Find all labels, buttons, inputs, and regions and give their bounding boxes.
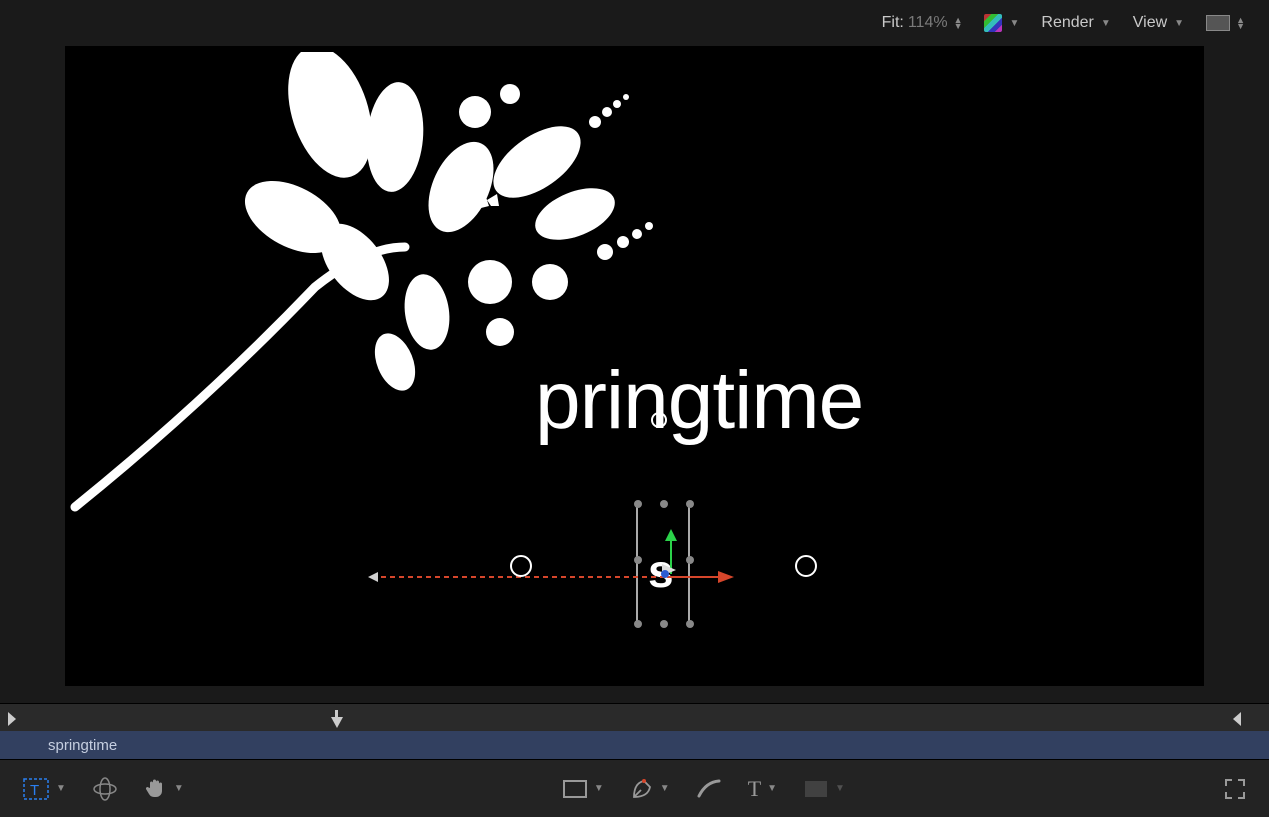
view-layout-icon <box>1206 15 1230 31</box>
chevron-down-icon: ▼ <box>1174 18 1184 29</box>
pen-tool[interactable]: ▼ <box>630 777 670 801</box>
pan-tool[interactable]: ▼ <box>144 777 184 801</box>
anchor-point-icon[interactable] <box>660 562 678 578</box>
chevron-down-icon: ▼ <box>767 783 777 794</box>
viewer-canvas[interactable]: pringtime s <box>65 46 1204 686</box>
mini-timeline-ruler[interactable] <box>0 703 1269 731</box>
3d-transform-tool[interactable] <box>92 776 118 802</box>
canvas-area: pringtime s <box>0 46 1269 703</box>
expand-viewer-button[interactable] <box>1223 777 1247 801</box>
color-channel-menu[interactable]: ▼ <box>984 14 1019 32</box>
color-swatch-icon <box>984 14 1002 32</box>
in-point-marker[interactable] <box>6 710 18 728</box>
chevron-down-icon: ▼ <box>1009 18 1019 29</box>
shape-tool[interactable]: ▼ <box>562 779 604 799</box>
view-layout-menu[interactable]: ▲▼ <box>1206 15 1245 31</box>
out-point-marker[interactable] <box>1231 710 1243 728</box>
bottom-toolbar: T ▼ ▼ ▼ ▼ T ▼ ▼ <box>0 759 1269 817</box>
keyframe-marker[interactable] <box>795 555 817 577</box>
clip-bar[interactable]: springtime <box>0 731 1269 759</box>
playhead-marker[interactable] <box>330 710 344 730</box>
transform-glyph-tool[interactable]: T ▼ <box>22 777 66 801</box>
view-label: View <box>1133 14 1167 32</box>
chevron-down-icon: ▼ <box>835 783 845 794</box>
stepper-icon: ▲▼ <box>1236 17 1245 29</box>
viewer-top-toolbar: Fit: 114% ▲▼ ▼ Render ▼ View ▼ ▲▼ <box>0 0 1269 46</box>
mask-tool[interactable]: ▼ <box>803 779 845 799</box>
text-tool[interactable]: T ▼ <box>748 776 777 802</box>
view-menu[interactable]: View ▼ <box>1133 14 1184 32</box>
text-tool-label: T <box>748 776 761 802</box>
chevron-down-icon: ▼ <box>594 783 604 794</box>
render-menu[interactable]: Render ▼ <box>1041 14 1110 32</box>
chevron-down-icon: ▼ <box>660 783 670 794</box>
svg-text:T: T <box>30 782 39 799</box>
clip-name: springtime <box>48 737 117 754</box>
fit-value: 114% <box>908 14 948 32</box>
chevron-down-icon: ▼ <box>174 783 184 794</box>
chevron-down-icon: ▼ <box>56 783 66 794</box>
chevron-down-icon: ▼ <box>1101 18 1111 29</box>
fit-zoom-control[interactable]: Fit: 114% ▲▼ <box>882 14 963 32</box>
keyframe-marker[interactable] <box>510 555 532 577</box>
render-label: Render <box>1041 14 1093 32</box>
paint-stroke-tool[interactable] <box>696 778 722 800</box>
text-layer-main[interactable]: pringtime <box>535 354 863 448</box>
fit-label: Fit: <box>882 14 904 32</box>
stepper-icon: ▲▼ <box>954 17 963 29</box>
keyframe-marker[interactable] <box>651 412 667 428</box>
